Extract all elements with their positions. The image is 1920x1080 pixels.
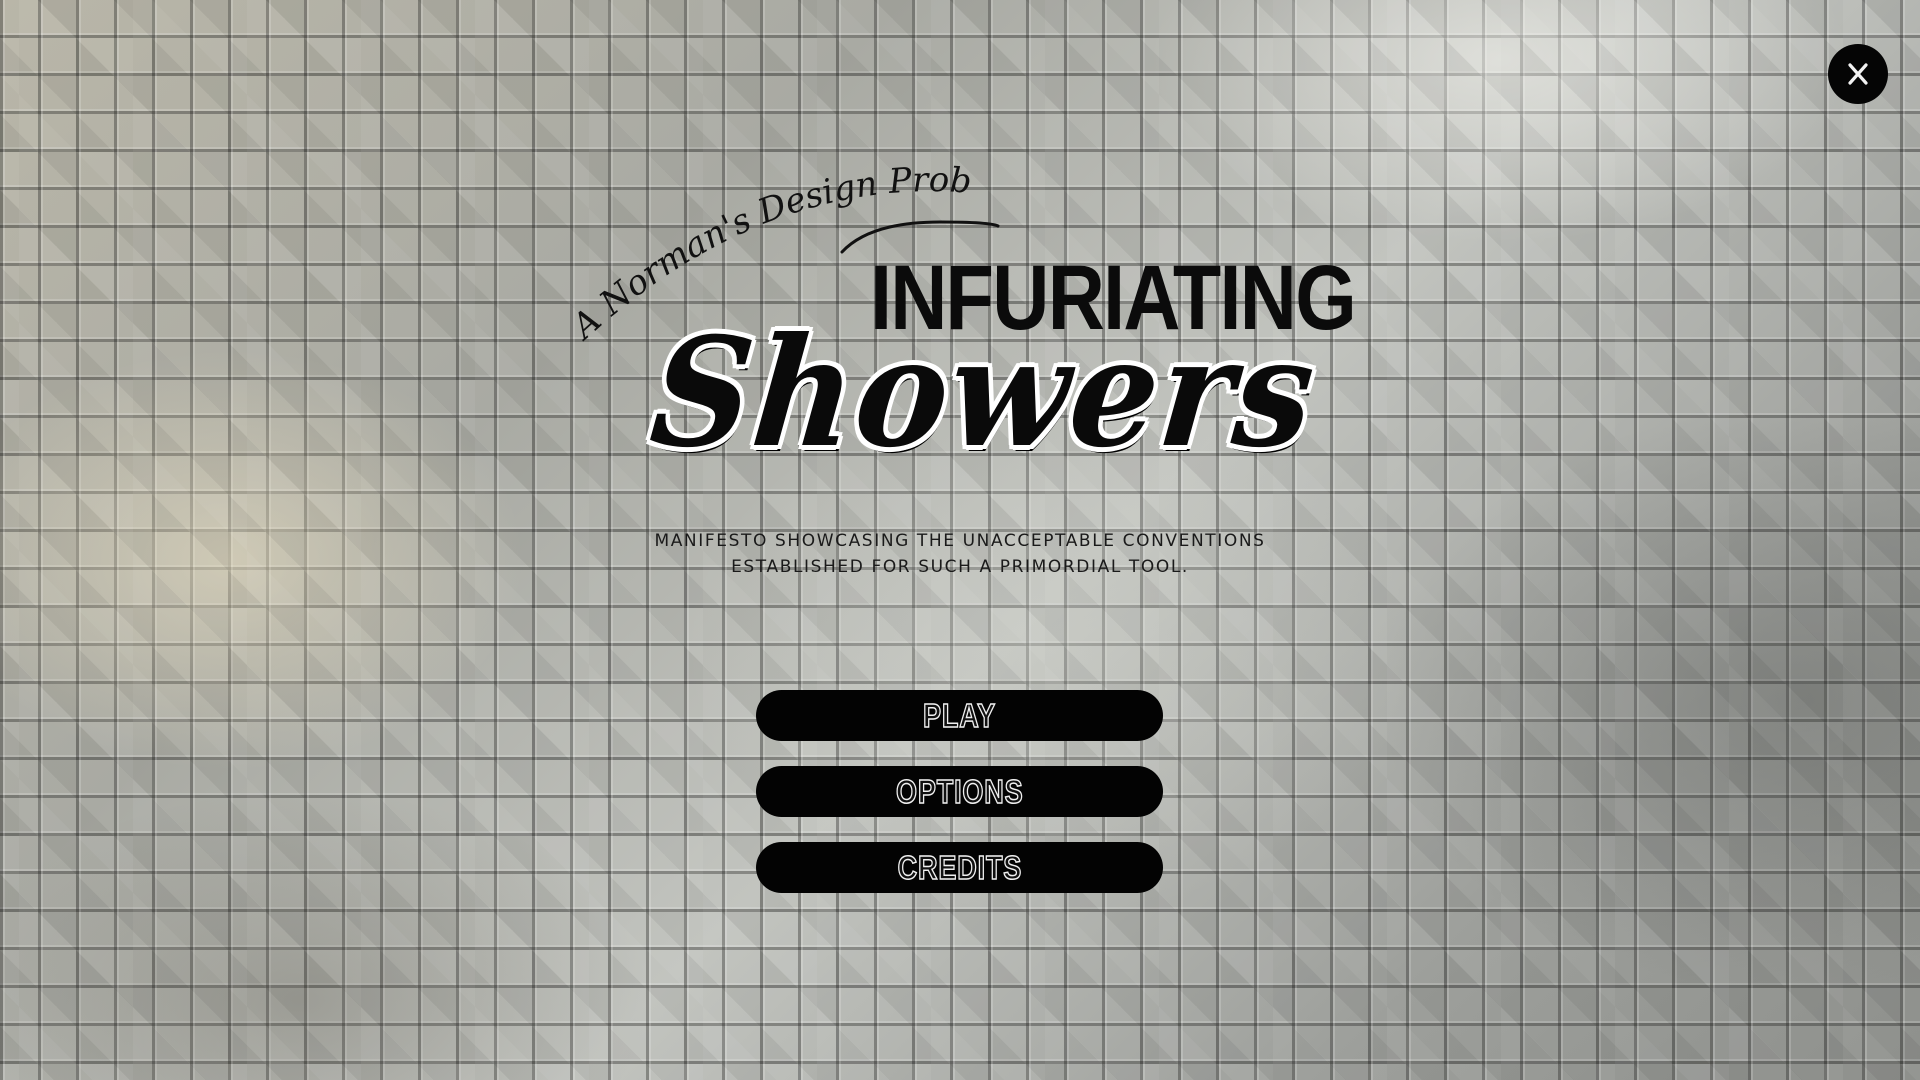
game-description: MANIFESTO SHOWCASING THE UNACCEPTABLE CO… [600, 528, 1320, 580]
close-x-icon [1848, 63, 1868, 85]
description-line-2: ESTABLISHED FOR SUCH A PRIMORDIAL TOOL. [731, 557, 1189, 577]
options-button-label: OPTIONS [895, 772, 1024, 811]
options-button[interactable]: OPTIONS [756, 766, 1163, 817]
credits-button[interactable]: CREDITS [756, 842, 1163, 893]
credits-button-label: CREDITS [897, 848, 1022, 887]
play-button[interactable]: PLAY [756, 690, 1163, 741]
description-line-1: MANIFESTO SHOWCASING THE UNACCEPTABLE CO… [654, 531, 1266, 551]
main-menu: PLAY OPTIONS CREDITS [756, 690, 1163, 918]
close-button[interactable] [1828, 44, 1888, 104]
title-showers: Showers [644, 305, 1324, 481]
play-button-label: PLAY [922, 696, 996, 735]
